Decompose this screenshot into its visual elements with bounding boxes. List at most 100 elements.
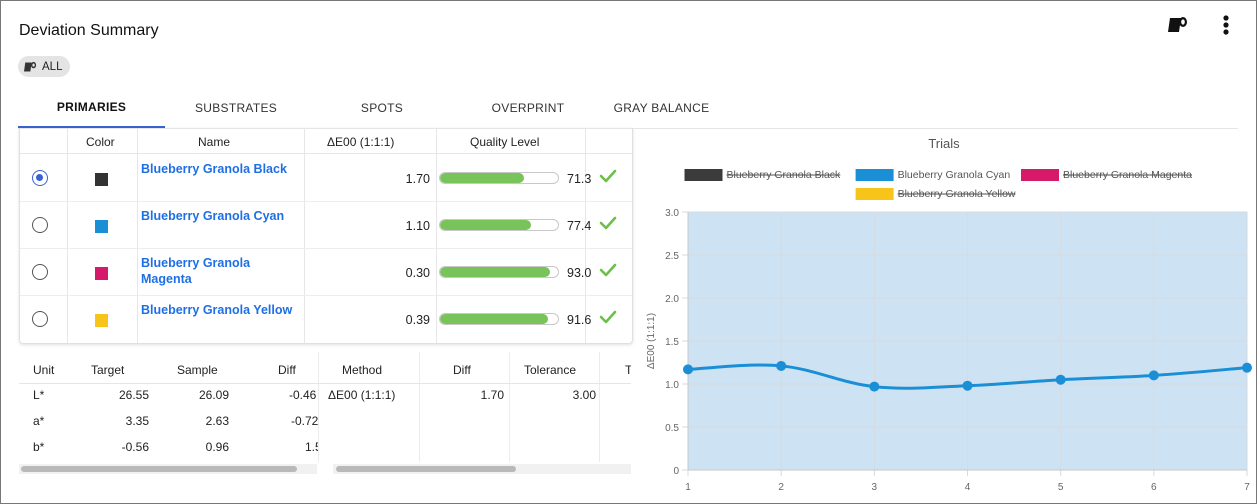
scrollbar-thumb[interactable] bbox=[21, 466, 297, 472]
lab-unit: b* bbox=[33, 440, 45, 454]
quality-bar bbox=[439, 266, 559, 278]
lab-col-diff: Diff bbox=[278, 363, 296, 377]
tab-spots[interactable]: SPOTS bbox=[307, 88, 457, 128]
lab-unit: L* bbox=[33, 388, 45, 402]
x-tick-label: 3 bbox=[872, 482, 878, 493]
lab-sample: 26.09 bbox=[198, 388, 229, 402]
primary-name-link[interactable]: Blueberry Granola Black bbox=[141, 161, 301, 177]
page-title: Deviation Summary bbox=[19, 22, 159, 39]
print-button[interactable] bbox=[1167, 12, 1189, 38]
printer-roll-icon bbox=[24, 61, 37, 71]
method-col-tolerance: Tolerance bbox=[524, 363, 577, 377]
color-swatch bbox=[95, 267, 108, 280]
x-tick-label: 2 bbox=[778, 482, 784, 493]
chart-title: Trials bbox=[928, 136, 960, 151]
primary-name-link[interactable]: Blueberry Granola Cyan bbox=[141, 208, 301, 224]
col-header-delta-e: ΔE00 (1:1:1) bbox=[327, 135, 395, 149]
legend-item[interactable]: Blueberry Granola Magenta bbox=[1021, 169, 1192, 181]
legend-label: Blueberry Granola Magenta bbox=[1063, 169, 1192, 181]
x-tick-label: 4 bbox=[965, 482, 971, 493]
primary-row-black[interactable]: Blueberry Granola Black 1.70 71.3 bbox=[20, 155, 632, 202]
quality-bar-fill bbox=[440, 173, 525, 183]
col-divider bbox=[509, 352, 510, 462]
y-tick-label: 0.5 bbox=[665, 423, 679, 434]
quality-bar bbox=[439, 172, 559, 184]
color-swatch bbox=[95, 220, 108, 233]
check-icon bbox=[599, 216, 617, 230]
primary-name-link[interactable]: Blueberry Granola Yellow bbox=[141, 302, 301, 318]
quality-bar bbox=[439, 219, 559, 231]
method-diff: 1.70 bbox=[480, 388, 504, 402]
tab-gray-balance[interactable]: GRAY BALANCE bbox=[599, 88, 724, 128]
col-header-color: Color bbox=[86, 135, 115, 149]
y-tick-label: 2.0 bbox=[665, 294, 679, 305]
y-axis-label: ΔE00 (1:1:1) bbox=[646, 313, 657, 369]
data-point[interactable] bbox=[1242, 362, 1252, 373]
check-icon bbox=[599, 169, 617, 183]
x-tick-label: 1 bbox=[685, 482, 691, 493]
check-icon bbox=[599, 310, 617, 324]
select-radio[interactable] bbox=[32, 170, 48, 186]
method-name: ΔE00 (1:1:1) bbox=[328, 388, 396, 402]
primary-row-cyan[interactable]: Blueberry Granola Cyan 1.10 77.4 bbox=[20, 202, 632, 249]
data-point[interactable] bbox=[869, 381, 880, 392]
primary-row-yellow[interactable]: Blueberry Granola Yellow 0.39 91.6 bbox=[20, 296, 632, 343]
trials-chart: Trials Blueberry Granola Black Blueberry G… bbox=[640, 128, 1255, 498]
data-point[interactable] bbox=[962, 380, 973, 391]
primary-row-magenta[interactable]: Blueberry Granola Magenta 0.30 93.0 bbox=[20, 249, 632, 296]
lab-sample: 2.63 bbox=[205, 414, 229, 428]
horizontal-scrollbar-lab[interactable] bbox=[19, 464, 317, 474]
check-icon bbox=[599, 263, 617, 277]
lab-details-tables: Unit Target Sample Diff Method Diff Tole… bbox=[19, 352, 631, 462]
tab-bar: PRIMARIES SUBSTRATES SPOTS OVERPRINT GRA… bbox=[18, 88, 724, 128]
trials-chart-svg: Trials Blueberry Granola Black Blueberry G… bbox=[646, 136, 1252, 493]
data-point[interactable] bbox=[776, 360, 787, 371]
color-swatch bbox=[95, 173, 108, 186]
quality-value: 71.3 bbox=[567, 172, 592, 186]
method-col-method: Method bbox=[342, 363, 383, 377]
y-tick-label: 1.0 bbox=[665, 380, 679, 391]
legend-item[interactable]: Blueberry Granola Cyan bbox=[855, 169, 1011, 181]
quality-bar-fill bbox=[440, 267, 550, 277]
quality-value: 91.6 bbox=[567, 313, 592, 327]
legend-label: Blueberry Granola Cyan bbox=[898, 169, 1011, 181]
lab-diff: -0.72 bbox=[291, 414, 318, 428]
delta-e-value: 1.10 bbox=[405, 219, 430, 233]
lab-col-target: Target bbox=[91, 363, 125, 377]
select-radio[interactable] bbox=[32, 311, 48, 327]
y-tick-label: 3.0 bbox=[665, 208, 679, 219]
col-header-quality: Quality Level bbox=[470, 135, 540, 149]
method-tolerance: 3.00 bbox=[572, 388, 596, 402]
data-point[interactable] bbox=[1055, 374, 1066, 385]
filter-chip-all[interactable]: ALL bbox=[18, 56, 71, 77]
more-vert-icon bbox=[1223, 15, 1229, 35]
tab-substrates[interactable]: SUBSTRATES bbox=[165, 88, 307, 128]
more-menu-button[interactable] bbox=[1215, 12, 1237, 38]
delta-e-value: 1.70 bbox=[405, 172, 430, 186]
primary-name-link[interactable]: Blueberry Granola Magenta bbox=[141, 255, 301, 287]
header-divider bbox=[19, 383, 631, 384]
quality-value: 77.4 bbox=[567, 219, 592, 233]
select-radio[interactable] bbox=[32, 217, 48, 233]
lab-sample: 0.96 bbox=[205, 440, 229, 454]
method-col-t: T bbox=[625, 363, 631, 377]
legend-swatch bbox=[1021, 169, 1059, 181]
lab-target: -0.56 bbox=[121, 440, 149, 454]
legend-item[interactable]: Blueberry Granola Yellow bbox=[855, 188, 1016, 200]
primaries-table: Color Name ΔE00 (1:1:1) Quality Level Bl… bbox=[19, 128, 633, 344]
quality-bar-fill bbox=[440, 220, 532, 230]
tab-overprint[interactable]: OVERPRINT bbox=[457, 88, 599, 128]
horizontal-scrollbar-method[interactable] bbox=[333, 464, 631, 474]
x-tick-label: 5 bbox=[1058, 482, 1064, 493]
col-header-name: Name bbox=[198, 135, 231, 149]
y-tick-label: 2.5 bbox=[665, 251, 679, 262]
legend-swatch bbox=[855, 188, 894, 200]
tab-primaries[interactable]: PRIMARIES bbox=[18, 88, 165, 128]
legend-label: Blueberry Granola Yellow bbox=[898, 188, 1016, 200]
quality-value: 93.0 bbox=[567, 266, 592, 280]
data-point[interactable] bbox=[683, 364, 693, 375]
select-radio[interactable] bbox=[32, 264, 48, 280]
scrollbar-thumb[interactable] bbox=[336, 466, 516, 472]
data-point[interactable] bbox=[1148, 370, 1159, 381]
legend-item[interactable]: Blueberry Granola Black bbox=[684, 169, 842, 181]
